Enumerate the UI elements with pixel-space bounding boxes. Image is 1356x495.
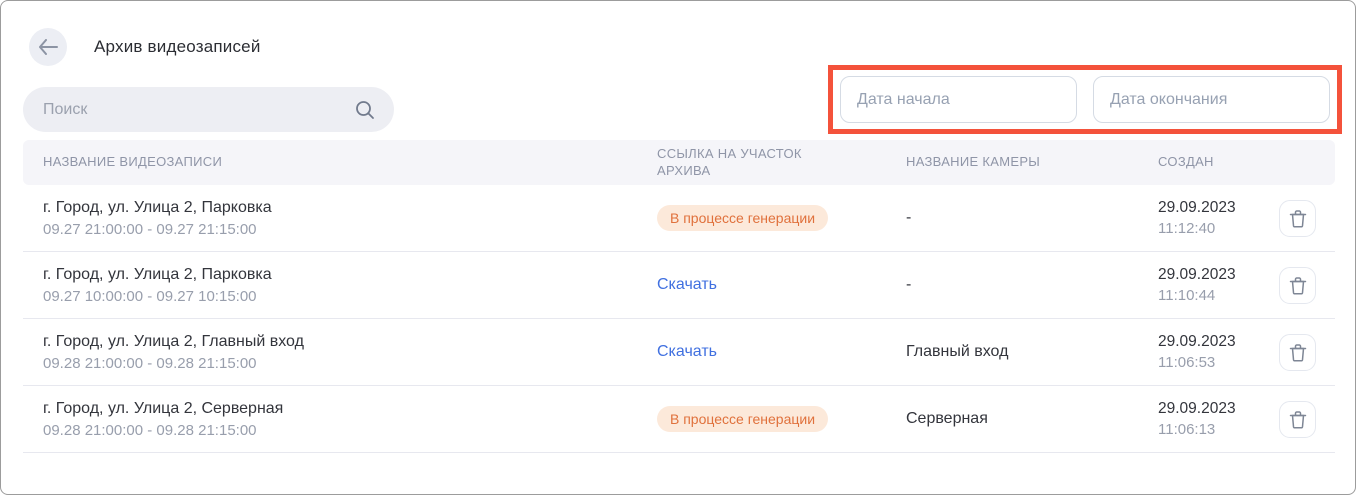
delete-button[interactable] (1279, 401, 1316, 438)
table-row: г. Город, ул. Улица 2, Парковка 09.27 21… (23, 185, 1335, 252)
recording-period: 09.28 21:00:00 - 09.28 21:15:00 (43, 422, 657, 439)
camera-name: Серверная (906, 410, 1158, 428)
end-date-input[interactable] (1093, 76, 1330, 123)
toolbar (1, 66, 1355, 134)
page-title: Архив видеозаписей (94, 37, 261, 57)
back-button[interactable] (29, 28, 67, 66)
recording-period: 09.28 21:00:00 - 09.28 21:15:00 (43, 355, 657, 372)
recording-name: г. Город, ул. Улица 2, Парковка (43, 199, 657, 217)
created-time: 11:12:40 (1158, 220, 1279, 237)
col-header-archive-link: Ссылка на участок архива (657, 146, 837, 179)
col-header-name: Название видеозаписи (43, 154, 657, 170)
created-time: 11:06:13 (1158, 421, 1279, 438)
recording-name: г. Город, ул. Улица 2, Главный вход (43, 333, 657, 351)
arrow-left-icon (38, 39, 58, 55)
recording-period: 09.27 10:00:00 - 09.27 10:15:00 (43, 288, 657, 305)
recordings-table: Название видеозаписи Ссылка на участок а… (23, 140, 1335, 453)
table-body: г. Город, ул. Улица 2, Парковка 09.27 21… (23, 185, 1335, 453)
page-header: Архив видеозаписей (1, 1, 1355, 66)
trash-icon (1289, 209, 1307, 228)
start-date-input[interactable] (840, 76, 1077, 123)
col-header-created: Создан (1158, 154, 1279, 170)
created-date: 29.09.2023 (1158, 199, 1279, 217)
download-link[interactable]: Скачать (657, 343, 717, 361)
delete-button[interactable] (1279, 334, 1316, 371)
recording-name: г. Город, ул. Улица 2, Серверная (43, 400, 657, 418)
created-date: 29.09.2023 (1158, 266, 1279, 284)
generation-status-badge: В процессе генерации (657, 205, 828, 231)
camera-name: - (906, 209, 1158, 227)
created-time: 11:06:53 (1158, 354, 1279, 371)
date-filters-highlight (828, 65, 1342, 134)
col-header-camera: Название камеры (906, 154, 1158, 170)
trash-icon (1289, 410, 1307, 429)
search-input[interactable] (43, 101, 354, 119)
recording-name: г. Город, ул. Улица 2, Парковка (43, 266, 657, 284)
table-row: г. Город, ул. Улица 2, Парковка 09.27 10… (23, 252, 1335, 319)
created-time: 11:10:44 (1158, 287, 1279, 304)
generation-status-badge: В процессе генерации (657, 406, 828, 432)
camera-name: - (906, 276, 1158, 294)
archive-page: Архив видеозаписей Название видеозаписи … (0, 0, 1356, 495)
trash-icon (1289, 276, 1307, 295)
table-row: г. Город, ул. Улица 2, Серверная 09.28 2… (23, 386, 1335, 453)
created-date: 29.09.2023 (1158, 333, 1279, 351)
delete-button[interactable] (1279, 200, 1316, 237)
download-link[interactable]: Скачать (657, 276, 717, 294)
trash-icon (1289, 343, 1307, 362)
recording-period: 09.27 21:00:00 - 09.27 21:15:00 (43, 221, 657, 238)
search-icon (354, 99, 376, 121)
camera-name: Главный вход (906, 343, 1158, 361)
created-date: 29.09.2023 (1158, 400, 1279, 418)
table-row: г. Город, ул. Улица 2, Главный вход 09.2… (23, 319, 1335, 386)
table-header: Название видеозаписи Ссылка на участок а… (23, 140, 1335, 185)
search-box (23, 87, 394, 132)
delete-button[interactable] (1279, 267, 1316, 304)
